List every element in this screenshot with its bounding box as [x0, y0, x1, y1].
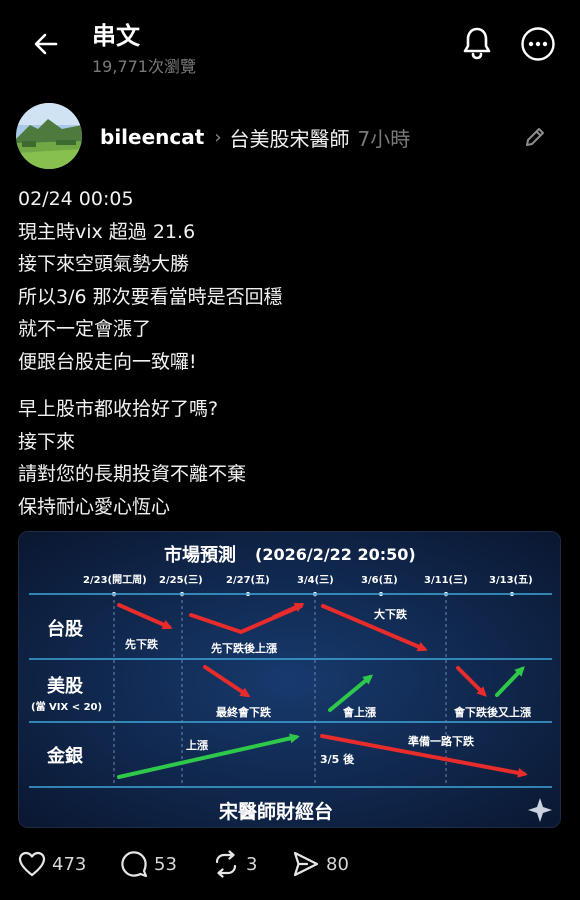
post-line: 保持耐心愛心恆心	[18, 495, 171, 518]
share-count: 80	[326, 853, 349, 875]
annotation: 會下跌後又上漲	[454, 705, 532, 719]
post-actions: 473 53 3 80	[0, 846, 580, 886]
edit-button[interactable]	[520, 122, 550, 152]
top-bar: 串文 19,771次瀏覽	[0, 0, 580, 86]
date-label: 3/11(三)	[424, 574, 468, 586]
date-label: 3/6(五)	[361, 574, 398, 586]
share-button[interactable]: 80	[292, 846, 349, 882]
post-body-paragraph-2: 早上股市都收拾好了嗎? 接下來 請對您的長期投資不離不棄 保持耐心愛心恆心	[18, 393, 558, 523]
repost-button[interactable]: 3	[212, 846, 257, 882]
like-count: 473	[52, 853, 87, 875]
infographic-brand: 宋醫師財經台	[218, 800, 333, 823]
heart-icon	[18, 851, 46, 877]
annotation: 先下跌後上漲	[211, 641, 278, 655]
row-label-us: 美股	[47, 675, 84, 697]
more-horizontal-icon	[521, 27, 555, 61]
annotation: 3/5 後	[320, 752, 355, 766]
post-line: 請對您的長期投資不離不棄	[18, 463, 247, 485]
row-label-gold-silver: 金銀	[46, 745, 83, 767]
bell-icon	[463, 27, 491, 60]
pencil-icon	[526, 128, 544, 146]
post-line: 02/24 00:05	[18, 188, 134, 210]
post-time: 7小時	[357, 126, 411, 151]
comment-button[interactable]: 53	[120, 846, 177, 882]
post-line: 便跟台股走向一致囉!	[18, 350, 197, 373]
like-button[interactable]: 473	[18, 846, 86, 882]
avatar-landscape-image	[16, 103, 82, 169]
comment-count: 53	[154, 853, 177, 875]
page-title: 串文	[92, 22, 140, 50]
post-body-paragraph-1: 02/24 00:05 現主時vix 超過 21.6 接下來空頭氣勢大勝 所以3…	[18, 183, 558, 378]
row-sublabel-us: (當 VIX < 20)	[31, 700, 102, 713]
row-label-taiwan: 台股	[47, 618, 84, 640]
market-forecast-graphic: 市場預測 (2026/2/22 20:50) 2/23(開工周) 2/25(三)…	[19, 532, 560, 827]
post-line: 接下來	[18, 430, 76, 453]
post-line: 就不一定會漲了	[18, 318, 152, 340]
send-icon	[293, 851, 319, 877]
date-label: 2/27(五)	[226, 574, 270, 586]
annotation: 會上漲	[343, 705, 377, 719]
channel-name[interactable]: 台美股宋醫師	[230, 123, 350, 152]
author-name[interactable]: bileencat	[100, 125, 204, 149]
annotation: 先下跌	[125, 637, 159, 651]
annotation: 上漲	[186, 738, 209, 752]
date-label: 3/4(三)	[297, 574, 334, 586]
post-line: 早上股市都收拾好了嗎?	[18, 398, 219, 420]
comment-icon	[121, 851, 148, 878]
infographic-title: 市場預測	[164, 544, 236, 566]
more-options-button[interactable]	[518, 24, 558, 64]
back-button[interactable]	[28, 26, 64, 62]
annotation: 大下跌	[374, 607, 408, 621]
repost-count: 3	[246, 853, 258, 875]
notification-button[interactable]	[458, 24, 496, 62]
post-line: 現主時vix 超過 21.6	[18, 220, 196, 243]
infographic-datetime: (2026/2/22 20:50)	[255, 545, 416, 564]
repost-icon	[215, 850, 237, 878]
view-count: 19,771次瀏覽	[92, 57, 196, 76]
author-row: bileencat › 台美股宋醫師 7小時	[100, 123, 410, 151]
post-line: 接下來空頭氣勢大勝	[18, 253, 190, 275]
avatar[interactable]	[16, 103, 82, 169]
annotation: 準備一路下跌	[408, 734, 475, 748]
annotation: 最終會下跌	[216, 705, 272, 719]
chevron-right-icon: ›	[214, 126, 222, 148]
post-line: 所以3/6 那次要看當時是否回穩	[18, 285, 283, 308]
date-label: 3/13(五)	[489, 574, 533, 586]
arrow-left-icon	[34, 33, 58, 55]
date-label: 2/25(三)	[159, 574, 203, 586]
market-forecast-image[interactable]: 市場預測 (2026/2/22 20:50) 2/23(開工周) 2/25(三)…	[18, 531, 561, 828]
date-label: 2/23(開工周)	[83, 574, 147, 586]
